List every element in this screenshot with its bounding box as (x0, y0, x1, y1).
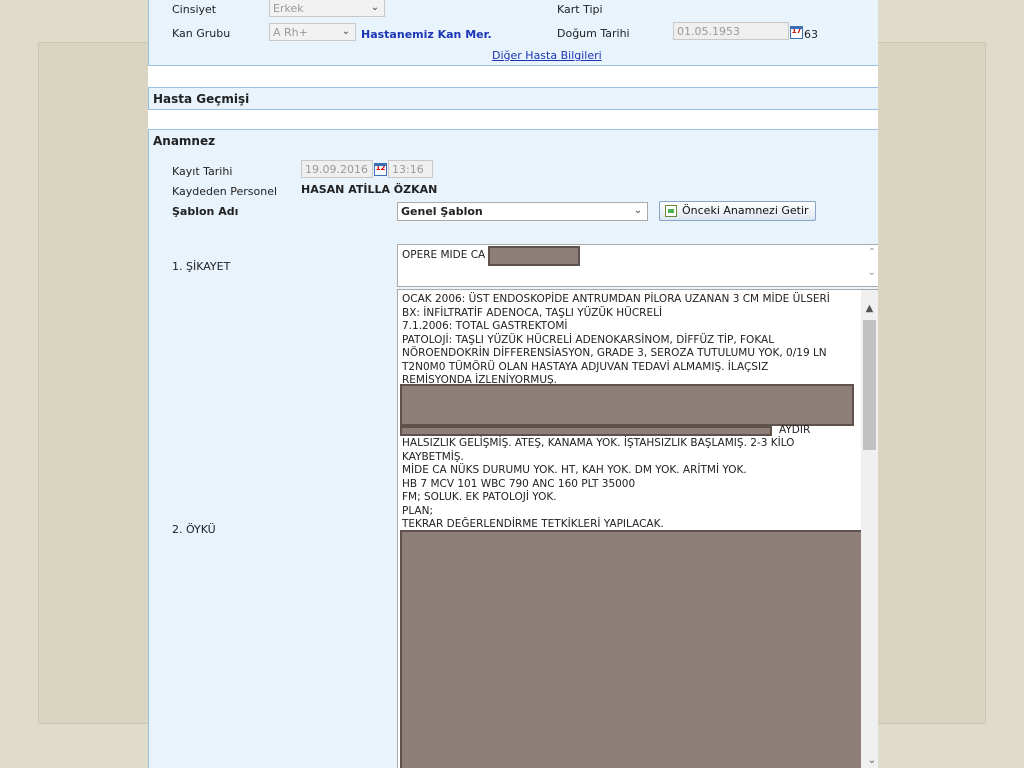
history-line: HALSIZLIK GELİŞMİŞ. ATEŞ, KANAMA YOK. İŞ… (402, 437, 795, 449)
redaction-block (400, 384, 854, 426)
history-line: PATOLOJİ: TAŞLI YÜZÜK HÜCRELİ ADENOKARSİ… (402, 333, 775, 346)
redaction-block (400, 426, 772, 436)
record-date-label: Kayıt Tarihi (172, 165, 233, 178)
birth-date-label: Doğum Tarihi (557, 27, 630, 40)
history-label: 2. ÖYKÜ (172, 523, 216, 536)
template-label: Şablon Adı (172, 205, 239, 218)
recorded-by-label: Kaydeden Personel (172, 185, 278, 198)
scrollbar-thumb[interactable] (863, 320, 876, 450)
history-fragment: AYDIR (779, 424, 811, 436)
complaint-text: OPERE MIDE CA (402, 249, 486, 261)
history-line: PLAN; (402, 504, 433, 517)
fetch-previous-icon (665, 205, 677, 217)
chevron-down-icon: ⌄ (341, 26, 351, 37)
history-line: NÖROENDOKRİN DİFFERENSİASYON, GRADE 3, S… (402, 347, 827, 359)
patient-history-title: Hasta Geçmişi (153, 92, 250, 106)
calendar-icon[interactable]: 17 (790, 26, 803, 39)
complaint-label: 1. ŞİKAYET (172, 260, 231, 273)
gender-label: Cinsiyet (172, 3, 217, 16)
history-line: BX: İNFİLTRATİF ADENOCA, TAŞLI YÜZÜK HÜC… (402, 306, 663, 319)
recorded-by-value: HASAN ATİLLA ÖZKAN (301, 183, 438, 196)
blood-group-label: Kan Grubu (172, 27, 231, 40)
patient-form-page: Cinsiyet Erkek ⌄ Kart Tipi Kan Grubu A R… (148, 0, 878, 768)
anamnesis-title: Anamnez (153, 134, 216, 148)
history-scrollbar[interactable]: ▲ (861, 290, 878, 768)
patient-info-panel: Cinsiyet Erkek ⌄ Kart Tipi Kan Grubu A R… (148, 0, 878, 66)
other-patient-info-link[interactable]: Diğer Hasta Bilgileri (492, 49, 602, 62)
anamnesis-section: Anamnez Kayıt Tarihi 19.09.2016 12 13:16… (148, 129, 878, 768)
fetch-previous-anamnesis-button[interactable]: Önceki Anamnezi Getir (659, 201, 816, 221)
template-select[interactable]: Genel Şablon ⌄ (397, 202, 648, 221)
birth-date-field[interactable]: 01.05.1953 (673, 22, 789, 40)
calendar-icon[interactable]: 12 (374, 163, 387, 176)
age-value: 63 (804, 28, 818, 41)
chevron-down-icon: ⌄ (370, 2, 380, 13)
chevron-down-icon[interactable]: ⌄ (868, 755, 876, 766)
history-line: HB 7 MCV 101 WBC 790 ANC 160 PLT 35000 (402, 477, 636, 490)
redaction-block (488, 246, 580, 266)
chevron-down-icon: ⌄ (867, 267, 876, 278)
history-line: OCAK 2006: ÜST ENDOSKOPİDE ANTRUMDAN PİL… (402, 293, 830, 305)
history-line: KAYBETMİŞ. (402, 450, 464, 463)
patient-history-section[interactable]: Hasta Geçmişi (148, 87, 878, 110)
redaction-block (400, 530, 870, 768)
record-date-field[interactable]: 19.09.2016 (301, 160, 373, 178)
card-type-label: Kart Tipi (557, 3, 603, 16)
record-time-field[interactable]: 13:16 (388, 160, 433, 178)
complaint-textarea[interactable]: OPERE MIDE CA ⌃ ⌄ (397, 244, 878, 287)
history-line: T2N0M0 TÜMÖRÜ OLAN HASTAYA ADJUVAN TEDAV… (402, 360, 769, 373)
history-line: FM; SOLUK. EK PATOLOJİ YOK. (402, 491, 557, 503)
chevron-down-icon: ⌄ (633, 205, 643, 216)
blood-group-select[interactable]: A Rh+ ⌄ (269, 23, 356, 41)
chevron-up-icon[interactable]: ▲ (861, 300, 878, 317)
chevron-up-icon: ⌃ (867, 247, 876, 258)
history-line: 7.1.2006: TOTAL GASTREKTOMİ (402, 320, 568, 332)
gender-select[interactable]: Erkek ⌄ (269, 0, 385, 17)
hospital-blood-link[interactable]: Hastanemiz Kan Mer. (361, 28, 492, 41)
history-textarea[interactable]: OCAK 2006: ÜST ENDOSKOPİDE ANTRUMDAN PİL… (397, 289, 878, 768)
history-line: MİDE CA NÜKS DURUMU YOK. HT, KAH YOK. DM… (402, 464, 747, 476)
